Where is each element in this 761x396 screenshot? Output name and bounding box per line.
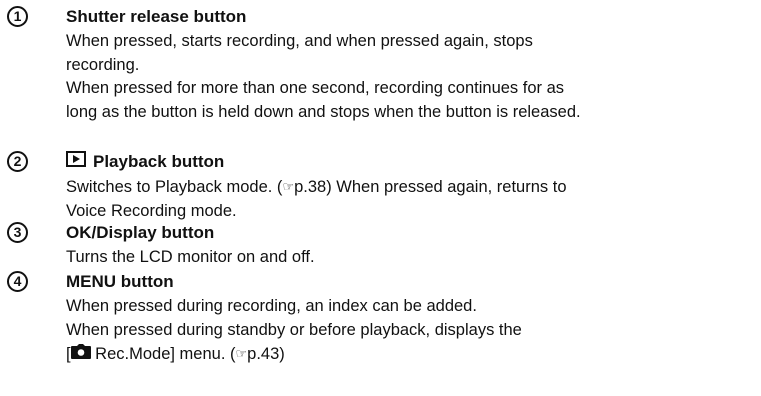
description-line: long as the button is held down and stop… xyxy=(66,102,581,121)
item-title: OK/Display button xyxy=(66,222,214,244)
item-description: When pressed, starts recording, and when… xyxy=(66,30,746,124)
description-line: Turns the LCD monitor on and off. xyxy=(66,248,315,266)
item-title: Playback button xyxy=(66,151,224,173)
item-title: MENU button xyxy=(66,271,174,293)
text-segment: p.43) xyxy=(247,345,285,363)
text-segment: p.38) When pressed again, returns to xyxy=(294,178,567,196)
description-line: recording. xyxy=(66,55,140,74)
item-number-badge: 2 xyxy=(7,151,28,172)
description-line: Switches to Playback mode. (☞p.38) When … xyxy=(66,175,746,200)
description-line: When pressed for more than one second, r… xyxy=(66,79,565,97)
item-description: Turns the LCD monitor on and off. xyxy=(66,246,746,270)
item-title-text: Shutter release button xyxy=(66,7,247,26)
camera-icon xyxy=(70,343,91,367)
item-number-badge: 3 xyxy=(7,222,28,243)
item-description: When pressed during recording, an index … xyxy=(66,295,746,367)
description-line: When pressed during standby or before pl… xyxy=(66,320,522,339)
description-line: When pressed during recording, an index … xyxy=(66,297,477,315)
item-number-badge: 1 xyxy=(7,6,28,27)
item-title: Shutter release button xyxy=(66,6,246,28)
description-line: [ Rec.Mode] menu. (☞p.43) xyxy=(66,342,746,367)
item-title-text: Playback button xyxy=(93,152,225,171)
item-title-text: MENU button xyxy=(66,272,174,291)
item-description: Switches to Playback mode. (☞p.38) When … xyxy=(66,175,746,223)
text-segment: Switches to Playback mode. ( xyxy=(66,178,283,196)
description-line: Voice Recording mode. xyxy=(66,201,237,220)
item-title-text: OK/Display button xyxy=(66,223,215,242)
playback-icon xyxy=(66,151,86,173)
page-reference-icon: ☞ xyxy=(235,346,248,361)
description-line: When pressed, starts recording, and when… xyxy=(66,32,533,50)
item-number-badge: 4 xyxy=(7,271,28,292)
page-reference-icon: ☞ xyxy=(282,179,295,194)
text-segment: Rec.Mode] menu. ( xyxy=(90,345,236,363)
manual-page: 1 Shutter release button When pressed, s… xyxy=(0,0,761,396)
